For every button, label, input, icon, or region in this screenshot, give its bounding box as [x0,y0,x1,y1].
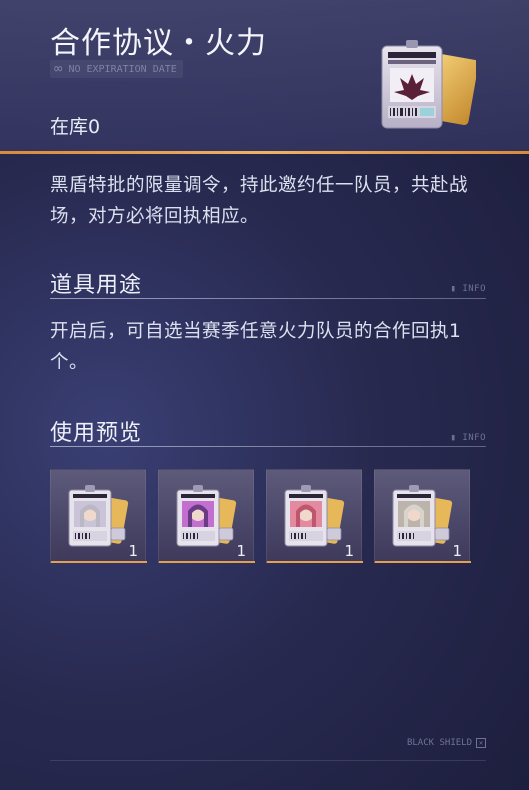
preview-item-accent [159,561,255,563]
expiry-badge: ∞ NO EXPIRATION DATE [50,60,183,78]
preview-item-qty: 1 [128,542,138,560]
preview-item-accent [51,561,147,563]
usage-info-tag: ▮ INFO [450,284,486,294]
preview-section-divider [50,446,486,447]
usage-text: 开启后，可自选当赛季任意火力队员的合作回执1个。 [50,321,462,373]
brand-mark: BLACK SHIELD ✕ [407,738,486,748]
item-description: 黑盾特批的限量调令，持此邀约任一队员，共赴战场，对方必将回执相应。 [50,175,469,227]
expiry-label: NO EXPIRATION DATE [68,63,177,75]
usage-section-title: 道具用途 [50,273,143,298]
character-card-icon [176,485,237,547]
header-accent-line [0,151,529,154]
item-card-icon [380,38,479,134]
character-card-icon [68,485,129,547]
preview-item-3[interactable]: 1 [266,469,363,563]
character-card-icon [392,485,453,547]
character-card-icon [284,485,345,547]
preview-item-accent [267,561,363,563]
preview-item-2[interactable]: 1 [158,469,255,563]
infinity-icon: ∞ [54,61,63,77]
preview-item-qty: 1 [236,542,246,560]
brand-box-icon: ✕ [476,738,486,748]
preview-info-tag: ▮ INFO [450,433,486,443]
preview-item-1[interactable]: 1 [50,469,147,563]
preview-item-qty: 1 [452,542,462,560]
preview-item-qty: 1 [344,542,354,560]
bottom-divider [50,760,486,761]
preview-item-accent [375,561,471,563]
usage-section-divider [50,298,486,299]
preview-item-4[interactable]: 1 [374,469,471,563]
item-title: 合作协议・火力 [50,26,267,61]
brand-label: BLACK SHIELD [406,738,472,748]
stock-count: 在库0 [50,116,101,138]
preview-section-title: 使用预览 [50,421,143,446]
